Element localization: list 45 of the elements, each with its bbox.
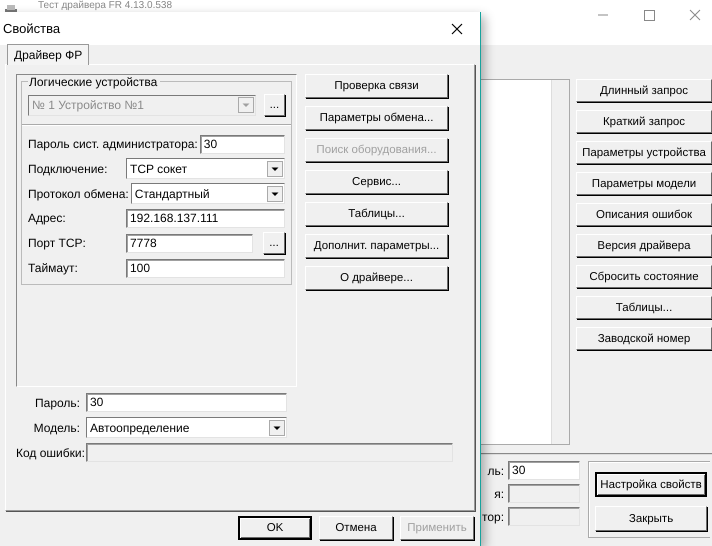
field-label: Протокол обмена: — [28, 186, 129, 200]
command-button[interactable]: Настройка свойств — [595, 472, 708, 497]
command-button[interactable]: Параметры модели — [576, 172, 712, 195]
command-button[interactable]: Длинный запрос — [576, 79, 712, 102]
input-field[interactable]: 192.168.137.111 — [126, 208, 285, 228]
field-label: тор: — [482, 510, 504, 524]
browse-button[interactable]: ... — [263, 232, 285, 254]
field-label: Таймаут: — [28, 261, 79, 275]
command-button[interactable]: Сервис... — [305, 170, 448, 194]
group-label: Логические устройства — [28, 75, 160, 89]
input-field[interactable]: 100 — [126, 258, 285, 278]
input-field[interactable]: 30 — [508, 461, 580, 480]
window-title: Тест драйвера FR 4.13.0.538 — [38, 0, 174, 12]
field-label: Подключение: — [28, 162, 108, 176]
field-label: я: — [494, 486, 504, 500]
command-button[interactable]: Таблицы... — [576, 296, 712, 319]
field-label: Адрес: — [28, 211, 67, 225]
input-field[interactable]: 30 — [86, 393, 287, 412]
command-button[interactable]: Параметры обмена... — [305, 106, 448, 130]
dropdown[interactable]: Автоопределение — [86, 417, 287, 438]
input-field[interactable]: 30 — [200, 134, 285, 154]
command-button[interactable]: Дополнит. параметры... — [305, 234, 448, 258]
dialog-button[interactable]: OK — [238, 516, 312, 540]
field-label: Порт TCP: — [28, 236, 87, 250]
command-button[interactable]: Проверка связи — [305, 74, 448, 98]
command-button[interactable]: Закрыть — [595, 506, 708, 531]
input-field[interactable]: 7778 — [126, 234, 253, 252]
command-button[interactable]: Таблицы... — [305, 202, 448, 226]
command-button[interactable]: Версия драйвера — [576, 234, 712, 257]
command-button[interactable]: Сбросить состояние — [576, 265, 712, 288]
field-label: Модель: — [32, 420, 81, 434]
field-label: Пароль сист. администратора: — [28, 137, 198, 151]
tab[interactable]: Драйвер ФР — [7, 44, 90, 65]
dialog-title: Свойства — [3, 21, 62, 36]
command-button[interactable]: Описания ошибок — [576, 203, 712, 226]
field-label: Пароль: — [34, 396, 81, 410]
dialog-button[interactable]: Отмена — [319, 516, 393, 540]
field-label: Код ошибки: — [16, 446, 84, 460]
field-label: ль: — [487, 464, 504, 478]
command-button[interactable]: Заводской номер — [576, 327, 712, 350]
command-button[interactable]: Параметры устройства — [576, 141, 712, 164]
dropdown[interactable]: Стандартный — [130, 183, 285, 204]
command-button[interactable]: О драйвере... — [305, 266, 448, 290]
dropdown[interactable]: TCP сокет — [126, 158, 285, 179]
command-button[interactable]: Краткий запрос — [576, 110, 712, 133]
